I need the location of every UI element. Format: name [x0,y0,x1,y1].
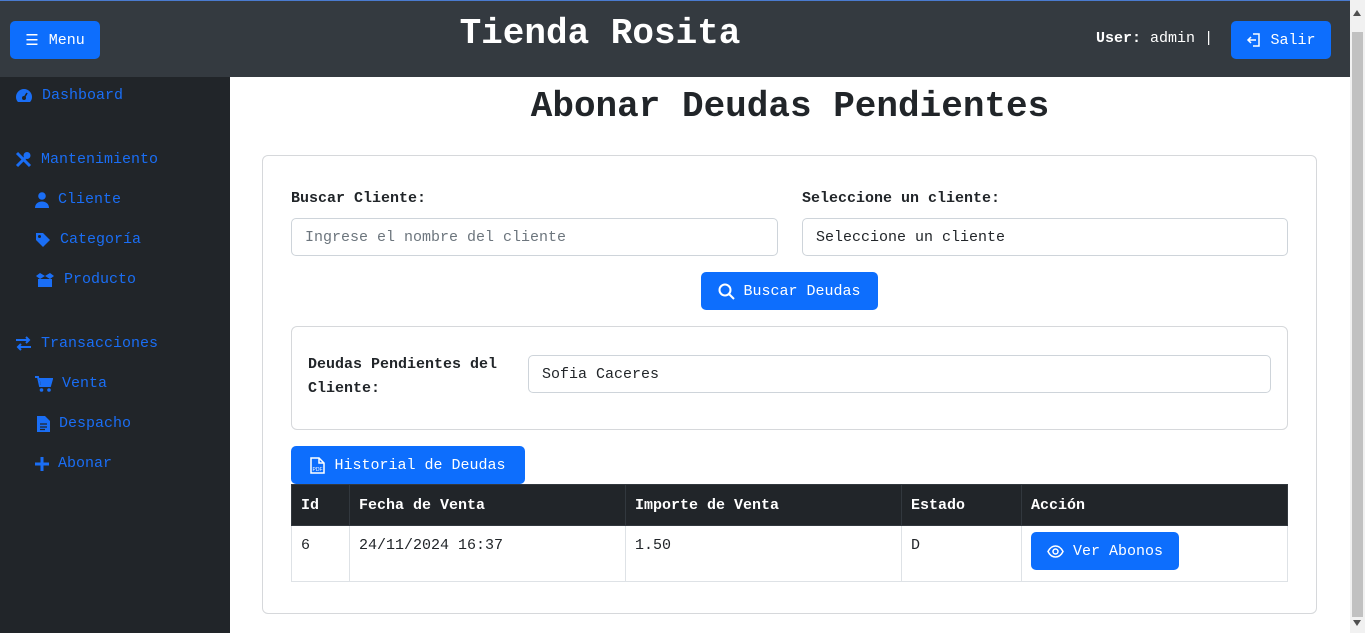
user-icon [35,191,49,208]
scroll-up-arrow-icon[interactable] [1353,10,1361,16]
exchange-icon [16,336,31,351]
column-header: Fecha de Venta [349,484,626,526]
sidebar-item-dashboard[interactable]: Dashboard [15,87,123,104]
table-header-row: Id Fecha de Venta Importe de Venta Estad… [291,484,1288,526]
cart-icon [35,375,53,392]
column-header: Id [291,484,350,526]
cliente-name-field[interactable]: Sofia Caceres [528,355,1271,393]
tag-icon [36,232,50,247]
boxes-icon [36,272,54,287]
sidebar-item-label: Cliente [58,191,122,208]
column-header: Estado [901,484,1022,526]
cell-accion: Ver Abonos [1021,525,1288,582]
historial-deudas-label: Historial de Deudas [334,456,506,474]
sidebar-item-transacciones[interactable]: Transacciones [15,335,158,352]
ver-abonos-label: Ver Abonos [1072,542,1163,560]
cell-fecha: 24/11/2024 16:37 [349,525,626,582]
eye-icon [1047,544,1064,558]
sidebar-item-producto[interactable]: Producto [35,271,136,288]
sidebar-item-abonar[interactable]: Abonar [35,455,112,472]
sidebar-item-label: Venta [62,375,108,392]
logout-button[interactable]: Salir [1231,21,1331,59]
user-info: User: admin | [1096,30,1213,47]
deudas-table: Id Fecha de Venta Importe de Venta Estad… [291,484,1288,582]
sidebar-item-despacho[interactable]: Despacho [37,415,131,432]
sidebar-item-venta[interactable]: Venta [35,375,107,392]
cliente-select[interactable]: Seleccione un cliente [802,218,1288,256]
column-header: Importe de Venta [625,484,902,526]
logout-icon [1247,33,1261,47]
buscar-deudas-label: Buscar Deudas [743,282,861,300]
user-label: User: [1096,30,1142,47]
cell-importe: 1.50 [625,525,902,582]
sidebar-item-label: Despacho [59,415,132,432]
logout-button-label: Salir [1270,31,1316,49]
sidebar-item-label: Transacciones [41,335,159,352]
sidebar-item-label: Producto [64,271,137,288]
sidebar-item-categoria[interactable]: Categoría [35,231,141,248]
tools-icon [15,151,32,168]
page-scrollbar[interactable] [1350,0,1365,633]
gauge-icon [16,88,32,102]
scroll-down-arrow-icon[interactable] [1353,620,1361,626]
cell-id: 6 [291,525,350,582]
sidebar: Dashboard Mantenimiento Cliente Categorí… [0,77,230,633]
search-icon [718,283,736,300]
user-name: admin [1150,30,1196,47]
sidebar-item-label: Dashboard [42,87,124,104]
sidebar-item-mantenimiento[interactable]: Mantenimiento [15,151,158,168]
sidebar-item-label: Abonar [58,455,113,472]
plus-icon [35,456,49,471]
top-navbar: ☰ Menu Tienda Rosita User: admin | Salir [0,0,1350,77]
svg-text:PDF: PDF [313,467,323,473]
column-header: Acción [1021,484,1288,526]
buscar-deudas-button[interactable]: Buscar Deudas [701,272,878,310]
table-row: 6 24/11/2024 16:37 1.50 D Ver Abonos [291,525,1288,582]
sidebar-item-label: Mantenimiento [41,151,159,168]
scroll-thumb[interactable] [1352,32,1363,617]
sidebar-item-label: Categoría [60,231,142,248]
file-text-icon [37,415,50,432]
sidebar-item-cliente[interactable]: Cliente [35,191,121,208]
file-pdf-icon: PDF [310,456,326,474]
cell-estado: D [901,525,1022,582]
ver-abonos-button[interactable]: Ver Abonos [1031,532,1179,570]
page-title: Abonar Deudas Pendientes [530,86,1050,127]
user-separator: | [1204,30,1214,47]
buscar-cliente-label: Buscar Cliente: [291,190,427,207]
historial-deudas-button[interactable]: PDF Historial de Deudas [291,446,525,484]
buscar-cliente-input[interactable]: Ingrese el nombre del cliente [291,218,778,256]
deudas-cliente-label: Deudas Pendientes del Cliente: [308,356,498,397]
seleccione-cliente-label: Seleccione un cliente: [802,190,1001,207]
